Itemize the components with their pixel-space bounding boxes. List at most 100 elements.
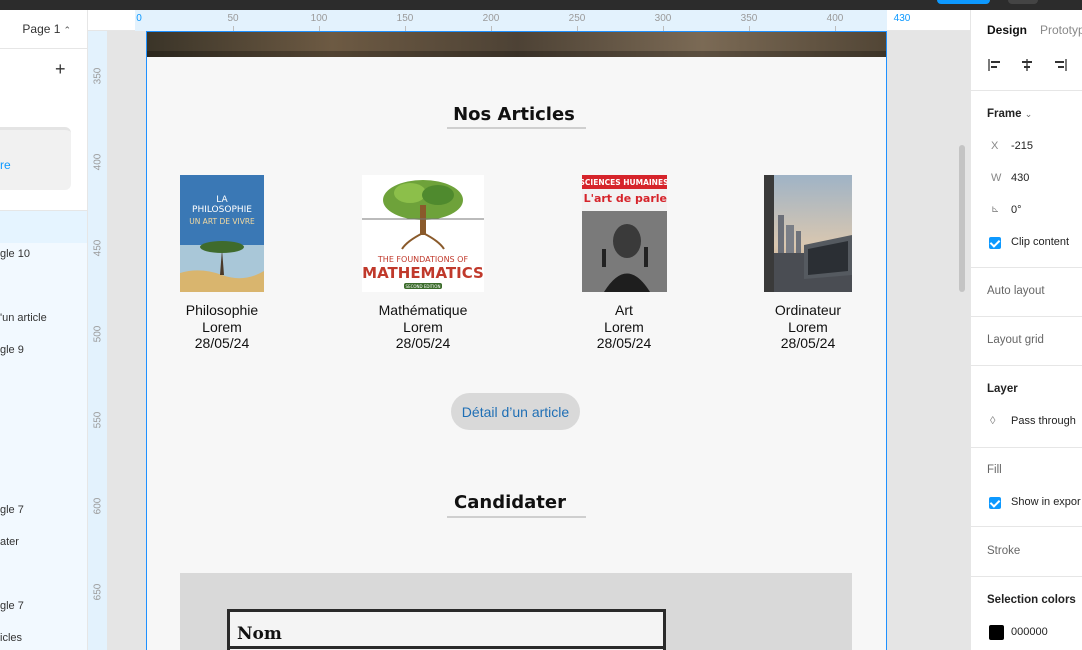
divider	[971, 526, 1082, 527]
page-selector[interactable]: Page 1 ⌃	[22, 22, 71, 36]
selection-colors-title: Selection colors	[987, 594, 1076, 606]
ruler-label: 150	[396, 13, 414, 24]
article-card-art[interactable]: SCIENCES HUMAINES L'art de parler Art Lo…	[574, 175, 674, 351]
title-underline	[447, 127, 586, 129]
design-frame[interactable]: Nos Articles LA PHILOSOPHIE UN ART DE VI…	[146, 31, 887, 650]
canvas[interactable]: 0 50 100 150 200 250 300 350 400 430 350…	[88, 10, 970, 650]
ruler-label: 400	[92, 153, 104, 171]
tab-prototype[interactable]: Prototyp	[1040, 23, 1082, 37]
application-form: Nom	[180, 573, 852, 650]
divider	[971, 267, 1082, 268]
name-field-label: Nom	[237, 624, 282, 644]
magazine-cover-art: SCIENCES HUMAINES L'art de parler	[581, 175, 667, 292]
cover-text: THE FOUNDATIONS OF	[377, 255, 469, 264]
cover-text: SCIENCES HUMAINES	[582, 178, 667, 187]
article-detail-button[interactable]: Détail d’un article	[451, 393, 580, 430]
add-page-icon[interactable]: +	[55, 60, 66, 78]
article-title: Mathématique	[378, 302, 468, 318]
show-in-exports-label: Show in expor	[1011, 496, 1081, 508]
cover-text: PHILOSOPHIE	[192, 205, 252, 215]
photo-city-desk	[764, 175, 852, 292]
article-title: Art	[615, 302, 633, 318]
chevron-up-icon: ⌃	[63, 25, 71, 35]
ruler-label: 100	[310, 13, 328, 24]
article-card-mathematique[interactable]: THE FOUNDATIONS OF MATHEMATICS SECOND ED…	[358, 175, 488, 351]
article-subtitle: Lorem	[788, 319, 828, 335]
layer-item[interactable]: gle 9	[0, 344, 24, 356]
ruler-label: 0	[136, 13, 142, 24]
ruler-label: 650	[92, 583, 104, 601]
article-date: 28/05/24	[194, 335, 250, 351]
layers-panel: Page 1 ⌃ + re gle 10 'un article gle 9 gl…	[0, 10, 88, 650]
ruler-selection-highlight	[135, 10, 887, 31]
name-field[interactable]: Nom	[227, 609, 666, 650]
x-field[interactable]: -215	[1011, 140, 1033, 152]
share-button[interactable]	[937, 0, 990, 4]
clip-content-checkbox[interactable]	[989, 237, 1001, 249]
layer-item[interactable]: gle 10	[0, 248, 30, 260]
blend-mode-icon: ◊	[990, 415, 996, 427]
article-title: Ordinateur	[774, 302, 842, 318]
cover-text: UN ART DE VIVRE	[189, 217, 255, 226]
frame-section-title[interactable]: Frame ⌄	[987, 108, 1032, 120]
layers-list-background	[0, 243, 87, 650]
auto-layout-section[interactable]: Auto layout	[987, 285, 1045, 297]
divider	[971, 365, 1082, 366]
page-item[interactable]: re	[0, 127, 71, 190]
blend-mode-select[interactable]: Pass through	[1011, 415, 1076, 427]
layer-selected-row[interactable]	[0, 211, 87, 243]
design-panel: Design Prototyp Frame ⌄ X -215 W 430 ⊾ 0…	[970, 10, 1082, 650]
articles-section-title: Nos Articles	[453, 104, 575, 125]
divider	[0, 48, 87, 49]
fill-section-title[interactable]: Fill	[987, 464, 1002, 476]
divider	[971, 447, 1082, 448]
title-underline	[447, 516, 586, 518]
layer-item[interactable]: gle 7	[0, 504, 24, 516]
clip-content-label: Clip content	[1011, 236, 1070, 248]
layer-item[interactable]: gle 7	[0, 600, 24, 612]
ruler-label: 430	[893, 13, 911, 24]
ruler-label: 350	[740, 13, 758, 24]
article-title: Philosophie	[185, 302, 259, 318]
w-field[interactable]: 430	[1011, 172, 1029, 184]
article-subtitle: Lorem	[604, 319, 644, 335]
ruler-label: 500	[92, 325, 104, 343]
canvas-scrollbar[interactable]	[959, 145, 965, 292]
page-selector-label: Page 1	[22, 22, 61, 36]
frame-label: Frame	[987, 108, 1022, 120]
divider	[971, 90, 1082, 91]
ruler-label: 50	[227, 13, 239, 24]
page-item-label: re	[0, 158, 11, 172]
cover-text: L'art de parler	[583, 192, 666, 205]
ruler-label: 200	[482, 13, 500, 24]
ruler-label: 300	[654, 13, 672, 24]
candidater-section-title: Candidater	[454, 492, 566, 513]
cover-text: LA	[216, 195, 228, 205]
tab-design[interactable]: Design	[987, 23, 1027, 37]
divider	[971, 576, 1082, 577]
rotation-icon: ⊾	[991, 204, 1000, 215]
align-left-icon[interactable]	[987, 57, 1003, 73]
rotation-field[interactable]: 0°	[1011, 204, 1022, 216]
article-card-philosophie[interactable]: LA PHILOSOPHIE UN ART DE VIVRE Philosoph…	[172, 175, 272, 351]
ruler-label: 400	[826, 13, 844, 24]
layout-grid-section[interactable]: Layout grid	[987, 334, 1044, 346]
divider	[971, 316, 1082, 317]
article-subtitle: Lorem	[403, 319, 443, 335]
book-cover-philosophie: LA PHILOSOPHIE UN ART DE VIVRE	[180, 175, 264, 292]
w-field-label: W	[991, 172, 1002, 184]
stroke-section-title[interactable]: Stroke	[987, 545, 1020, 557]
align-center-icon[interactable]	[1019, 57, 1035, 73]
selection-color-hex[interactable]: 000000	[1011, 626, 1048, 638]
show-in-exports-checkbox[interactable]	[989, 497, 1001, 509]
align-right-icon[interactable]	[1052, 57, 1068, 73]
layer-item[interactable]: ater	[0, 536, 19, 548]
layer-item[interactable]: icles	[0, 632, 22, 644]
color-swatch[interactable]	[989, 625, 1004, 640]
ruler-label: 450	[92, 239, 104, 257]
ruler-label: 550	[92, 411, 104, 429]
ruler-label: 250	[568, 13, 586, 24]
article-card-ordinateur[interactable]: Ordinateur Lorem 28/05/24	[758, 175, 858, 351]
present-button[interactable]	[1008, 0, 1038, 4]
layer-item[interactable]: 'un article	[0, 312, 47, 324]
